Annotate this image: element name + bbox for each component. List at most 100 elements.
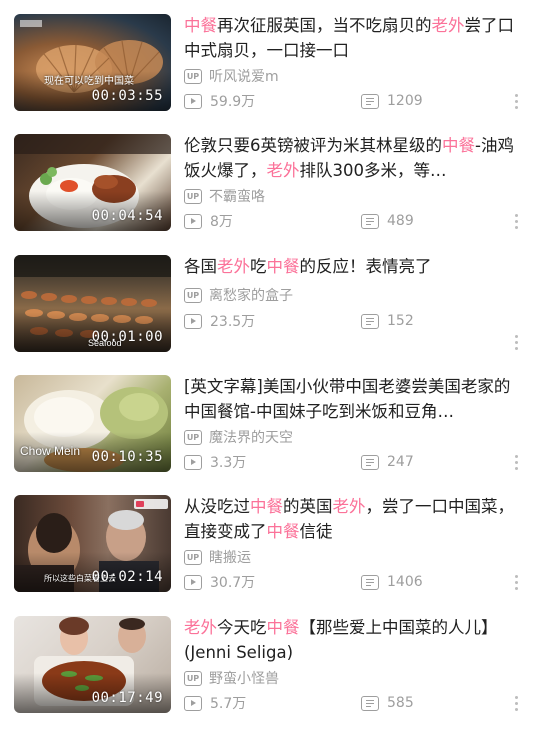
title-text: 今天吃 xyxy=(217,618,267,637)
danmaku-count-value: 1209 xyxy=(387,93,423,109)
uploader-name: 瞎搬运 xyxy=(209,550,251,566)
more-options-icon[interactable] xyxy=(515,335,519,351)
view-count: 59.9万 xyxy=(184,91,255,111)
view-count: 8万 xyxy=(184,211,233,231)
video-title[interactable]: 中餐再次征服英国，当不吃扇贝的老外尝了口中式扇贝，一口接一口 xyxy=(184,13,520,63)
view-count-value: 3.3万 xyxy=(210,455,247,471)
up-badge-icon: UP xyxy=(184,287,202,303)
video-duration: 00:04:54 xyxy=(91,208,163,224)
view-count-value: 23.5万 xyxy=(210,314,256,330)
video-duration: 00:01:00 xyxy=(91,329,163,345)
danmaku-icon xyxy=(361,574,379,590)
video-item[interactable]: 00:17:49 老外今天吃中餐【那些爱上中国菜的人儿】(Jenni Selig… xyxy=(0,616,535,736)
title-keyword-highlight: 老外 xyxy=(431,16,465,35)
view-count-value: 59.9万 xyxy=(210,94,256,110)
subtitle-overlay: Chow Mein xyxy=(20,444,81,458)
title-text: 吃 xyxy=(250,257,267,276)
view-count-value: 5.7万 xyxy=(210,696,247,712)
video-item[interactable]: 现在可以吃到中国菜 00:03:55 中餐再次征服英国，当不吃扇贝的老外尝了口中… xyxy=(0,14,535,134)
uploader-row[interactable]: UP 魔法界的天空 xyxy=(184,427,293,447)
danmaku-count-value: 489 xyxy=(387,213,414,229)
title-text: 的英国 xyxy=(283,497,333,516)
play-count-icon xyxy=(184,313,202,329)
video-thumbnail[interactable]: 00:04:54 xyxy=(14,134,171,231)
danmaku-count: 489 xyxy=(361,211,414,231)
uploader-name: 离愁家的盒子 xyxy=(209,288,293,304)
more-options-icon[interactable] xyxy=(515,696,519,712)
view-count-value: 30.7万 xyxy=(210,575,256,591)
danmaku-icon xyxy=(361,695,379,711)
title-text: 再次征服英国，当不吃扇贝的 xyxy=(217,16,432,35)
danmaku-count-value: 152 xyxy=(387,313,414,329)
title-keyword-highlight: 老外 xyxy=(184,618,217,637)
title-keyword-highlight: 老外 xyxy=(266,161,300,180)
danmaku-count: 247 xyxy=(361,452,414,472)
danmaku-icon xyxy=(361,93,379,109)
video-duration: 00:03:55 xyxy=(91,88,163,104)
video-list: 现在可以吃到中国菜 00:03:55 中餐再次征服英国，当不吃扇贝的老外尝了口中… xyxy=(0,0,535,728)
video-title[interactable]: 伦敦只要6英镑被评为米其林星级的中餐-油鸡饭火爆了，老外排队300多米，等… xyxy=(184,133,520,183)
title-keyword-highlight: 中餐 xyxy=(266,618,300,637)
title-text: [英文字幕]美国小伙带中国老婆尝美国老家的中国餐馆-中国妹子吃到米饭和豆角… xyxy=(184,377,511,421)
video-item[interactable]: 所以这些白菜看上去 00:02:14 从没吃过中餐的英国老外，尝了一口中国菜，直… xyxy=(0,495,535,615)
uploader-row[interactable]: UP 不霸蛮咯 xyxy=(184,186,265,206)
play-count-icon xyxy=(184,213,202,229)
video-item[interactable]: Seafood 00:01:00 各国老外吃中餐的反应！表情亮了 UP 离愁家的… xyxy=(0,255,535,375)
danmaku-count: 1209 xyxy=(361,91,423,111)
view-count: 5.7万 xyxy=(184,693,246,713)
more-options-icon[interactable] xyxy=(515,214,519,230)
video-item[interactable]: Chow Mein 00:10:35 [英文字幕]美国小伙带中国老婆尝美国老家的… xyxy=(0,375,535,495)
video-title[interactable]: 各国老外吃中餐的反应！表情亮了 xyxy=(184,254,520,279)
video-duration: 00:10:35 xyxy=(91,449,163,465)
video-item[interactable]: 00:04:54 伦敦只要6英镑被评为米其林星级的中餐-油鸡饭火爆了，老外排队3… xyxy=(0,134,535,254)
play-count-icon xyxy=(184,93,202,109)
play-count-icon xyxy=(184,574,202,590)
play-count-icon xyxy=(184,454,202,470)
subtitle-overlay: 现在可以吃到中国菜 xyxy=(44,76,134,87)
title-keyword-highlight: 中餐 xyxy=(266,522,300,541)
video-title[interactable]: [英文字幕]美国小伙带中国老婆尝美国老家的中国餐馆-中国妹子吃到米饭和豆角… xyxy=(184,374,520,424)
danmaku-count: 152 xyxy=(361,311,414,331)
up-badge-icon: UP xyxy=(184,549,202,565)
danmaku-count: 1406 xyxy=(361,572,423,592)
title-keyword-highlight: 中餐 xyxy=(266,257,300,276)
video-thumbnail[interactable]: Chow Mein 00:10:35 xyxy=(14,375,171,472)
more-options-icon[interactable] xyxy=(515,575,519,591)
title-text: 从没吃过 xyxy=(184,497,250,516)
uploader-row[interactable]: UP 离愁家的盒子 xyxy=(184,285,293,305)
title-text: 排队300多米，等… xyxy=(299,161,447,180)
danmaku-count: 585 xyxy=(361,693,414,713)
uploader-row[interactable]: UP 听风说爱m xyxy=(184,66,279,86)
video-thumbnail[interactable]: Seafood 00:01:00 xyxy=(14,255,171,352)
view-count: 3.3万 xyxy=(184,452,246,472)
uploader-name: 野蛮小怪兽 xyxy=(209,671,279,687)
title-keyword-highlight: 中餐 xyxy=(250,497,283,516)
view-count: 23.5万 xyxy=(184,311,255,331)
title-text: 伦敦只要6英镑被评为米其林星级的 xyxy=(184,136,442,155)
danmaku-count-value: 1406 xyxy=(387,574,423,590)
danmaku-icon xyxy=(361,313,379,329)
video-thumbnail[interactable]: 现在可以吃到中国菜 00:03:55 xyxy=(14,14,171,111)
video-duration: 00:17:49 xyxy=(91,690,163,706)
video-title[interactable]: 老外今天吃中餐【那些爱上中国菜的人儿】(Jenni Seliga) xyxy=(184,615,520,665)
video-thumbnail[interactable]: 所以这些白菜看上去 00:02:14 xyxy=(14,495,171,592)
title-keyword-highlight: 中餐 xyxy=(184,16,217,35)
danmaku-icon xyxy=(361,454,379,470)
view-count: 30.7万 xyxy=(184,572,255,592)
title-text: 信徒 xyxy=(299,522,333,541)
more-options-icon[interactable] xyxy=(515,455,519,471)
video-duration: 00:02:14 xyxy=(91,569,163,585)
title-keyword-highlight: 老外 xyxy=(332,497,366,516)
video-title[interactable]: 从没吃过中餐的英国老外，尝了一口中国菜，直接变成了中餐信徒 xyxy=(184,494,520,544)
uploader-row[interactable]: UP 野蛮小怪兽 xyxy=(184,668,279,688)
title-keyword-highlight: 老外 xyxy=(217,257,250,276)
more-options-icon[interactable] xyxy=(515,94,519,110)
danmaku-count-value: 247 xyxy=(387,454,414,470)
uploader-name: 听风说爱m xyxy=(209,69,279,85)
video-thumbnail[interactable]: 00:17:49 xyxy=(14,616,171,713)
danmaku-count-value: 585 xyxy=(387,695,414,711)
uploader-name: 魔法界的天空 xyxy=(209,430,293,446)
uploader-row[interactable]: UP 瞎搬运 xyxy=(184,547,251,567)
title-text: 的反应！表情亮了 xyxy=(299,257,432,276)
title-text: 各国 xyxy=(184,257,217,276)
